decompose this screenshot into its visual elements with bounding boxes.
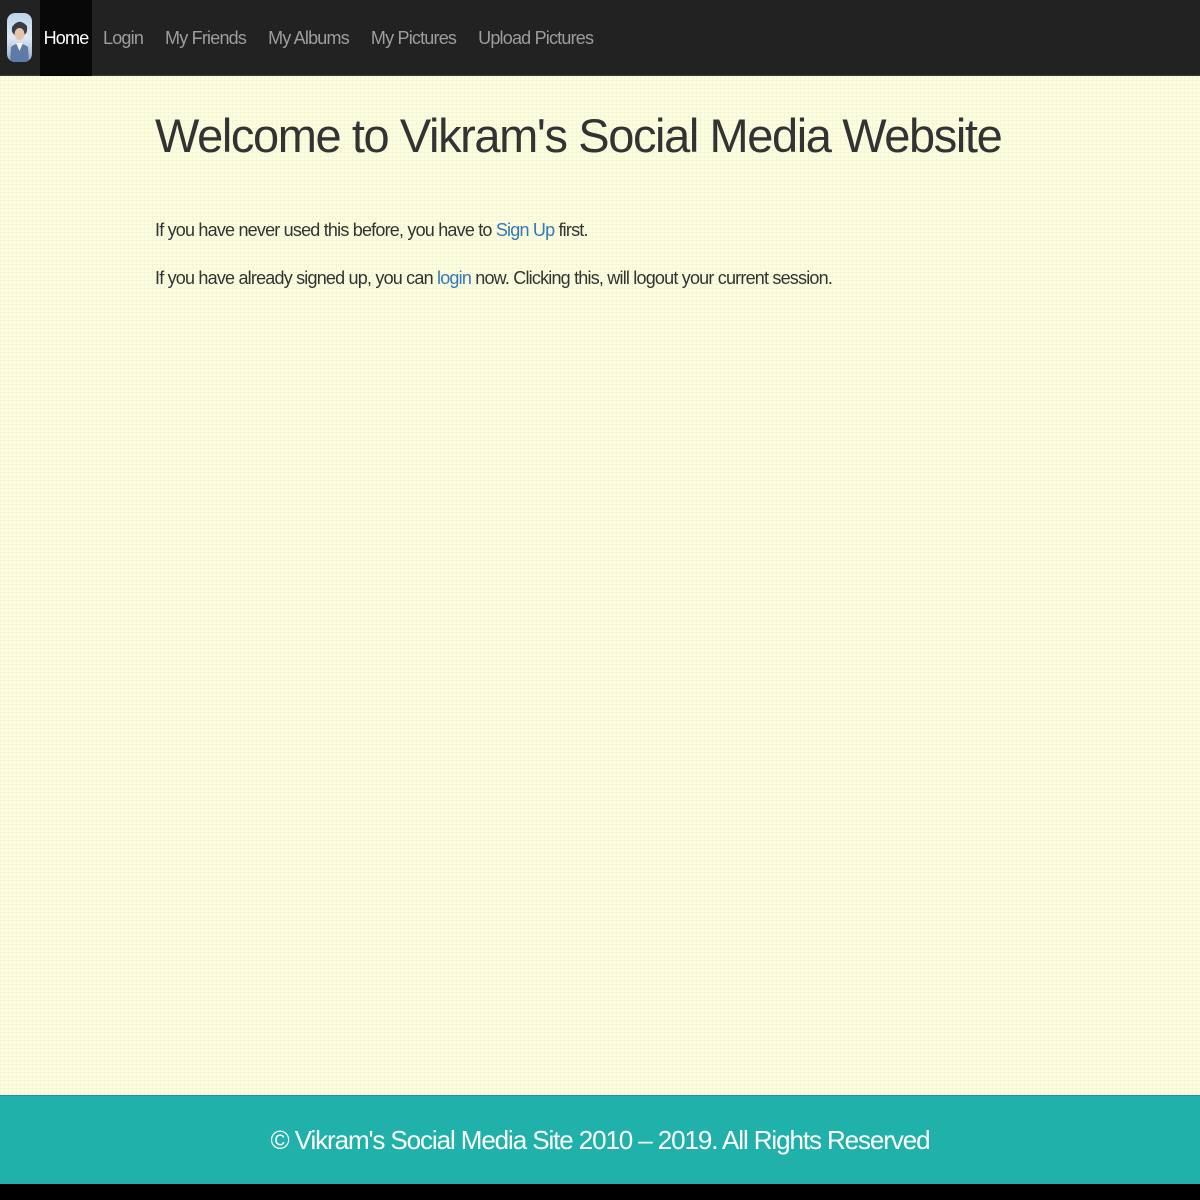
login-paragraph: If you have already signed up, you can l… (155, 268, 833, 289)
nav-home[interactable]: Home (40, 0, 92, 76)
sign-up-link[interactable]: Sign Up (496, 220, 555, 240)
bottom-bar (0, 1184, 1200, 1200)
nav-my-friends[interactable]: My Friends (154, 0, 257, 76)
login-text-before: If you have already signed up, you can (155, 268, 438, 288)
page-title: Welcome to Vikram's Social Media Website (155, 109, 1003, 162)
nav-my-pictures[interactable]: My Pictures (360, 0, 467, 76)
nav-menu: Home Login My Friends My Albums My Pictu… (40, 0, 604, 76)
copyright-text: © Vikram's Social Media Site 2010 – 2019… (270, 1124, 931, 1155)
navbar: Home Login My Friends My Albums My Pictu… (0, 0, 1200, 76)
nav-my-albums[interactable]: My Albums (257, 0, 360, 76)
footer: © Vikram's Social Media Site 2010 – 2019… (0, 1095, 1200, 1184)
brand-link[interactable] (0, 0, 40, 76)
signup-text-before: If you have never used this before, you … (155, 220, 496, 240)
signup-text-after: first. (554, 220, 588, 240)
nav-upload-pictures[interactable]: Upload Pictures (467, 0, 604, 76)
login-link[interactable]: login (437, 268, 472, 288)
nav-login[interactable]: Login (92, 0, 154, 76)
signup-paragraph: If you have never used this before, you … (155, 220, 588, 241)
login-text-after: now. Clicking this, will logout your cur… (471, 268, 833, 288)
user-avatar-icon (7, 13, 32, 62)
